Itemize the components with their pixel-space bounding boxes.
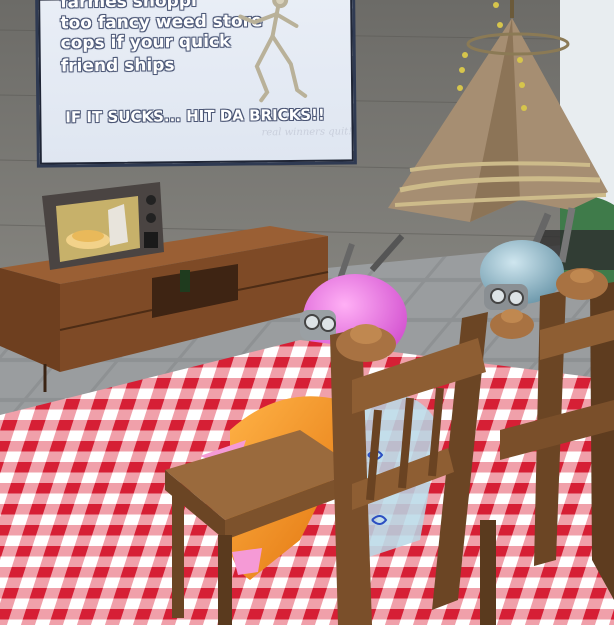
skeleton-icon — [238, 0, 308, 103]
poster-line-3: cops if your quick — [60, 31, 231, 54]
poster-line-4: friend ships — [60, 55, 175, 77]
poster-slogan: IF IT SUCKS... HIT DA BRICKS!! — [65, 105, 325, 127]
wall-poster: farmes shoppi too fancy weed store cops … — [35, 0, 357, 168]
poster-signature: real winners quit! — [261, 126, 353, 139]
game-viewport[interactable]: farmes shoppi too fancy weed store cops … — [0, 0, 614, 625]
poster-line-1: farmes shoppi — [60, 0, 197, 13]
